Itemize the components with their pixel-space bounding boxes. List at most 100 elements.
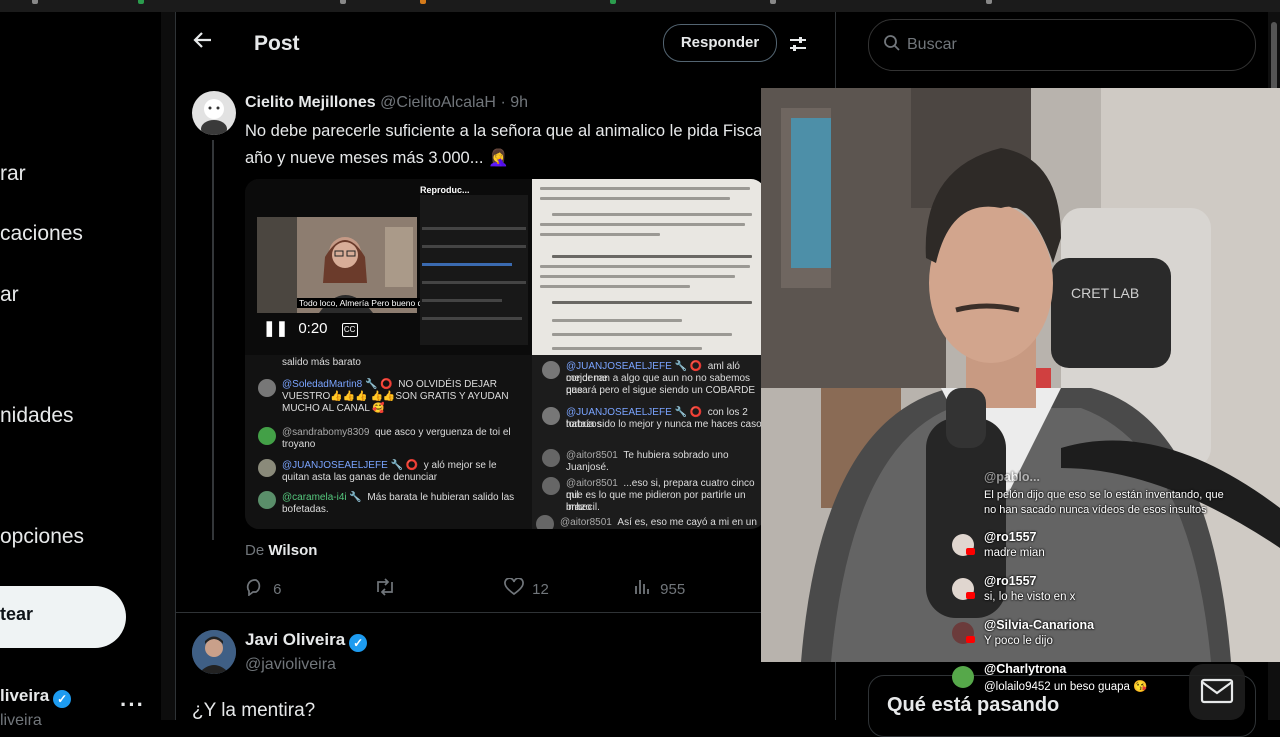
- avatar: [952, 666, 974, 688]
- nav-item-communities[interactable]: nidades: [0, 404, 74, 428]
- retweet-icon: [377, 578, 393, 596]
- video-player[interactable]: Reproduc... Todo loco, Almería Pero buen…: [245, 179, 532, 355]
- chat-username: @ro1557: [984, 574, 1037, 588]
- chat-username: @pablo...: [984, 470, 1040, 484]
- profile-name-text: liveira: [0, 686, 50, 705]
- chat-text: si, lo he visto en x: [984, 591, 1076, 603]
- chat-text: @lolailo9452 un beso guapa 😘: [984, 681, 1148, 693]
- trends-title: Qué está pasando: [887, 694, 1060, 716]
- webcam-sign-text: CRET LAB: [1071, 285, 1139, 301]
- profile-name[interactable]: liveira ✓: [0, 686, 72, 708]
- chat-username: @ro1557: [984, 530, 1037, 544]
- reply-author-name[interactable]: Javi Oliveira: [245, 630, 345, 649]
- heart-icon: [504, 577, 524, 596]
- retweet-action[interactable]: [374, 578, 396, 598]
- chat-text: madre mian: [984, 547, 1045, 559]
- chat-line: @JUANJOSEAELJEFE 🔧 ⭕ y aló mejor se le: [282, 460, 497, 471]
- reply-action[interactable]: 6: [245, 578, 282, 598]
- thread-line: [212, 140, 214, 540]
- tab-indicator: [340, 0, 346, 4]
- nav-item-notifications[interactable]: caciones: [0, 222, 83, 246]
- pause-icon[interactable]: ❚❚: [263, 320, 288, 337]
- nav-item-more-options[interactable]: opciones: [0, 525, 84, 549]
- mail-icon: [1200, 678, 1234, 704]
- chat-line: troyano: [282, 439, 316, 450]
- media-credit[interactable]: De Wilson: [245, 542, 317, 559]
- like-count: 12: [532, 581, 549, 598]
- video-time: 0:20: [298, 320, 328, 337]
- column-divider: [175, 12, 176, 720]
- document-image: [532, 179, 765, 355]
- chat-line: @sandrabomy8309 que asco y verguenza de …: [282, 427, 511, 438]
- chat-line: MUCHO AL CANAL 🥰: [282, 403, 385, 414]
- chat-text: no han sacado nunca vídeos de esos insul…: [984, 504, 1207, 516]
- credit-prefix: De: [245, 542, 265, 559]
- tweet-text: No debe parecerle suficiente a la señora…: [245, 118, 765, 172]
- divider: [176, 612, 835, 613]
- tab-indicator: [986, 0, 992, 4]
- tab-indicator: [420, 0, 426, 4]
- views-count: 955: [660, 581, 686, 598]
- search-icon: [884, 35, 900, 51]
- credit-name[interactable]: Wilson: [268, 542, 317, 559]
- tweet-author[interactable]: Cielito Mejillones @CielitoAlcalaH · 9h: [245, 94, 528, 112]
- player-title: Reproduc...: [420, 185, 470, 195]
- chat-username: @Charlytrona: [984, 662, 1067, 676]
- left-nav: rar caciones ar nidades opciones tear li…: [0, 12, 160, 729]
- reply-count: 6: [273, 581, 282, 598]
- chat-line: @aitor8501 Te hubiera sobrado uno Juanjo…: [566, 450, 729, 473]
- chat-line: @SoledadMartin8 🔧 ⭕ NO OLVIDÉIS DEJAR: [282, 379, 497, 390]
- reply-icon: [246, 579, 261, 597]
- nav-item-messages[interactable]: ar: [0, 283, 19, 307]
- more-icon[interactable]: ···: [120, 692, 145, 718]
- reply-button[interactable]: Responder: [663, 24, 777, 62]
- tweet-time[interactable]: · 9h: [500, 94, 528, 111]
- profile-handle: liveira: [0, 712, 42, 729]
- verified-icon: ✓: [53, 690, 72, 708]
- chat-line: habría sido lo mejor y nunca me haces ca…: [566, 419, 762, 430]
- chat-line: imbecil.: [566, 502, 600, 513]
- views-action[interactable]: 955: [634, 578, 685, 598]
- reply-handle[interactable]: @javioliveira: [245, 656, 336, 674]
- video-chat-panel: [420, 195, 528, 345]
- tab-indicator: [610, 0, 616, 4]
- sliders-icon[interactable]: [788, 34, 808, 54]
- back-arrow-icon[interactable]: [193, 30, 213, 56]
- chat-line: salido más barato: [282, 357, 361, 368]
- tweet-text-line: No debe parecerle suficiente a la señora…: [245, 122, 763, 140]
- views-icon: [635, 580, 649, 594]
- chat-username: @Silvia-Canariona: [984, 618, 1095, 632]
- nav-item-explore[interactable]: rar: [0, 162, 26, 186]
- tweet-media[interactable]: Reproduc... Todo loco, Almería Pero buen…: [245, 179, 765, 529]
- chat-line: @aitor8501 Así es, eso me cayó a mi en u…: [560, 517, 757, 528]
- cc-icon[interactable]: CC: [341, 323, 358, 337]
- chat-text: Y poco le dijo: [984, 635, 1053, 647]
- post-button[interactable]: tear: [0, 586, 126, 648]
- tweet-text-line: año y nueve meses más 3.000... 🤦‍♀️: [245, 149, 509, 167]
- like-action[interactable]: 12: [504, 577, 549, 598]
- youtube-icon: [966, 636, 975, 643]
- verified-icon: ✓: [349, 634, 368, 652]
- author-name[interactable]: Cielito Mejillones: [245, 94, 376, 111]
- chat-screenshot-right: @JUANJOSEAELJEFE 🔧 ⭕ aml aló mejor me co…: [532, 355, 765, 529]
- youtube-icon: [966, 592, 975, 599]
- post-button-label: tear: [0, 604, 34, 624]
- avatar[interactable]: [192, 630, 236, 674]
- tab-indicator: [32, 0, 38, 4]
- search-placeholder: Buscar: [907, 36, 957, 53]
- chat-line: bofetadas.: [282, 504, 329, 515]
- tab-indicator: [770, 0, 776, 4]
- messages-button[interactable]: [1189, 664, 1245, 720]
- chat-line: quitan asta las ganas de denunciar: [282, 472, 438, 483]
- nav-scroll-gutter: [161, 12, 175, 720]
- chat-line: VUESTRO👍👍👍 👍👍SON GRATIS Y AYUDAN: [282, 391, 509, 402]
- video-controls[interactable]: ❚❚ 0:20 CC: [263, 319, 358, 337]
- search-input[interactable]: Buscar: [868, 19, 1256, 71]
- chat-screenshot-left: salido más barato @SoledadMartin8 🔧 ⭕ NO…: [245, 355, 532, 529]
- youtube-icon: [966, 548, 975, 555]
- page-title: Post: [254, 32, 300, 55]
- chat-line: pasará pero el sigue siendo un COBARDE: [566, 385, 755, 396]
- avatar[interactable]: [192, 91, 236, 135]
- reply-author[interactable]: Javi Oliveira ✓: [245, 630, 368, 652]
- author-handle[interactable]: @CielitoAlcalaH: [380, 94, 496, 111]
